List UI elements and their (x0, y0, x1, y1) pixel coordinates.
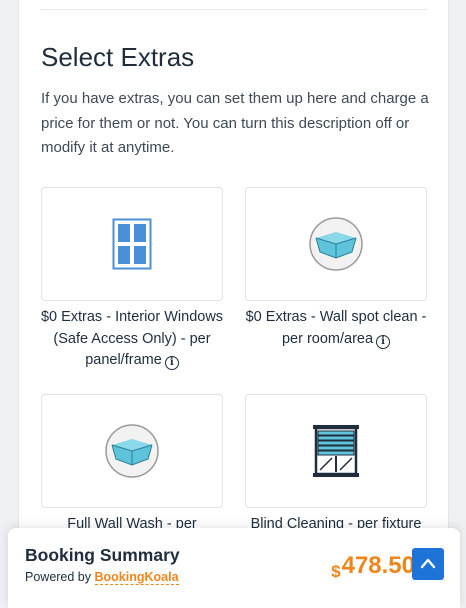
window-blinds-icon (313, 425, 359, 477)
room-walls-icon (105, 424, 159, 478)
extra-label-text: $0 Extras - Wall spot clean - per room/a… (245, 309, 427, 347)
section-divider (41, 9, 427, 10)
extra-option-interior-windows-label: $0 Extras - Interior Windows (Safe Acces… (32, 307, 232, 372)
powered-by-brand-link[interactable]: BookingKoala (94, 570, 179, 585)
booking-summary-bar[interactable]: Booking Summary Powered by BookingKoala … (8, 528, 460, 608)
price-amount: 478.50 (341, 552, 415, 579)
scroll-to-top-button[interactable] (412, 548, 444, 580)
powered-by-prefix: Powered by (25, 570, 92, 584)
info-icon[interactable]: i (164, 356, 179, 370)
info-icon[interactable]: i (376, 334, 391, 349)
price-currency: $ (331, 562, 341, 581)
section-description: If you have extras, you can set them up … (41, 90, 429, 156)
extra-option-interior-windows[interactable] (41, 187, 223, 301)
extra-option-blind-cleaning[interactable] (245, 394, 427, 508)
total-price: $478.50 (331, 552, 415, 582)
room-walls-icon (309, 217, 363, 271)
window-icon (112, 218, 152, 270)
extra-option-full-wall-wash[interactable] (41, 394, 223, 508)
chevron-up-icon (420, 558, 436, 569)
extra-label-text: $0 Extras - Interior Windows (Safe Acces… (40, 309, 224, 368)
booking-summary-title: Booking Summary (25, 545, 180, 565)
extra-option-wall-spot-clean-label: $0 Extras - Wall spot clean - per room/a… (236, 307, 436, 350)
powered-by: Powered by BookingKoala (25, 570, 179, 585)
section-title: Select Extras (41, 42, 195, 72)
extra-option-wall-spot-clean[interactable] (245, 187, 427, 301)
